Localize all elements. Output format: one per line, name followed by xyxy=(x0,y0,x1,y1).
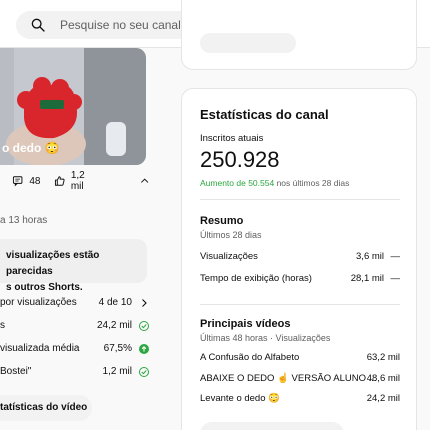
top-video-row[interactable]: Levante o dedo 😳 24,2 mil xyxy=(200,393,400,407)
growth-value: Aumento de 50.554 xyxy=(200,178,275,188)
check-circle-icon xyxy=(139,321,149,331)
row-label: Tempo de exibição (horas) xyxy=(200,273,312,284)
video-engagement-row: 48 1,2 mil xyxy=(10,170,150,192)
channel-stats-card: Estatísticas do canal Inscritos atuais 2… xyxy=(181,88,417,430)
top-video-views: 24,2 mil xyxy=(366,393,400,404)
row-value: 28,1 mil xyxy=(350,273,384,284)
row-value: 3,6 mil xyxy=(356,251,384,262)
card-title: Estatísticas do canal xyxy=(200,107,329,122)
metric-row-likes: Bostei" 1,2 mil xyxy=(0,366,150,380)
top-videos-period: Últimas 48 horas · Visualizações xyxy=(200,333,331,343)
insight-line-1: visualizações estão parecidas xyxy=(6,250,100,277)
posted-time: a 13 horas xyxy=(0,215,48,226)
chevron-right-icon[interactable] xyxy=(138,297,150,309)
subscribers-label: Inscritos atuais xyxy=(200,133,264,144)
channel-analytics-button[interactable] xyxy=(200,422,344,430)
top-video-title[interactable]: A Confusão do Alfabeto xyxy=(200,352,299,363)
video-title: o dedo 😳 xyxy=(2,141,60,155)
comment-icon[interactable] xyxy=(12,175,23,187)
top-video-views: 63,2 mil xyxy=(366,352,400,363)
metric-label: s xyxy=(0,320,5,331)
trend-dash: — xyxy=(390,251,401,262)
metric-value: 1,2 mil xyxy=(102,366,132,377)
top-video-title[interactable]: Levante o dedo 😳 xyxy=(200,393,280,404)
previous-card xyxy=(181,0,417,70)
search-icon xyxy=(31,18,45,32)
metric-value: 24,2 mil xyxy=(96,320,132,331)
growth-period: nos últimos 28 dias xyxy=(276,178,350,188)
metric-label: por visualizações xyxy=(0,297,77,308)
metric-value: 4 de 10 xyxy=(98,297,132,308)
like-count: 1,2 mil xyxy=(70,170,85,192)
subscribers-growth: Aumento de 50.554 nos últimos 28 dias xyxy=(200,178,349,188)
chevron-up-icon[interactable] xyxy=(139,175,150,187)
like-icon[interactable] xyxy=(54,175,66,187)
divider xyxy=(200,199,400,200)
summary-row-views: Visualizações 3,6 mil — xyxy=(200,251,400,265)
insight-line-2: s outros Shorts. xyxy=(6,282,83,293)
top-video-row[interactable]: ABAIXE O DEDO ☝️ VERSÃO ALUNO ... 48,6 m… xyxy=(200,373,400,387)
check-circle-icon xyxy=(139,367,149,377)
search-input[interactable]: Pesquise no seu canal xyxy=(60,18,181,32)
metric-value: 67,5% xyxy=(103,343,132,354)
up-arrow-circle-icon xyxy=(139,344,149,354)
insight-box: visualizações estão parecidas s outros S… xyxy=(0,239,147,293)
row-label: Visualizações xyxy=(200,251,258,262)
metric-label: Bostei" xyxy=(0,366,32,377)
metric-row-rank[interactable]: por visualizações 4 de 10 xyxy=(0,297,150,311)
summary-row-watchtime: Tempo de exibição (horas) 28,1 mil — xyxy=(200,273,400,287)
video-stats-button[interactable]: tatísticas do vídeo xyxy=(0,395,92,421)
metric-label: visualizada média xyxy=(0,343,80,354)
divider xyxy=(200,304,400,305)
summary-title: Resumo xyxy=(200,215,244,227)
comment-count: 48 xyxy=(29,175,41,187)
top-video-row[interactable]: A Confusão do Alfabeto 63,2 mil xyxy=(200,352,400,366)
top-video-views: 48,6 mil xyxy=(366,373,400,384)
top-video-title[interactable]: ABAIXE O DEDO ☝️ VERSÃO ALUNO ... xyxy=(200,373,377,384)
top-videos-title: Principais vídeos xyxy=(200,318,291,330)
metric-row-views: s 24,2 mil xyxy=(0,320,150,334)
subscribers-count: 250.928 xyxy=(200,147,280,172)
previous-card-button[interactable] xyxy=(200,33,296,53)
trend-dash: — xyxy=(390,273,401,284)
metric-row-avg-viewed: visualizada média 67,5% xyxy=(0,343,150,357)
summary-period: Últimos 28 dias xyxy=(200,230,262,240)
